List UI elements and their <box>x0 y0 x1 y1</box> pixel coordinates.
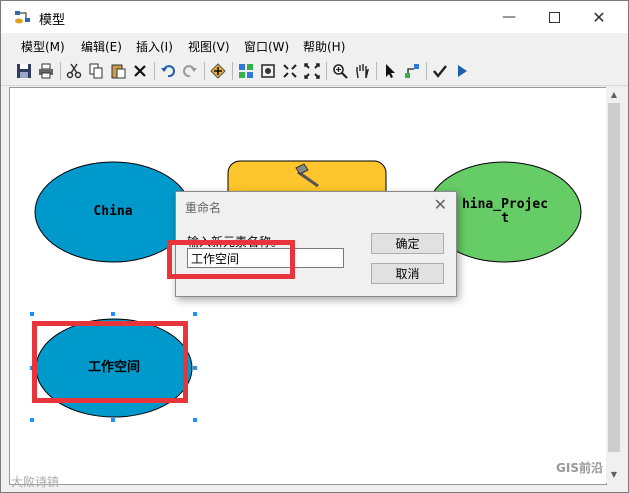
close-icon: ✕ <box>592 7 606 27</box>
redo-button[interactable] <box>180 61 200 81</box>
full-extent-button[interactable] <box>258 61 278 81</box>
selection-handle[interactable] <box>111 312 115 316</box>
china-project-label-line1: hina_Projec <box>461 197 549 212</box>
scroll-up-icon[interactable]: ▲ <box>606 87 622 103</box>
china-node-label: China <box>93 204 133 219</box>
pan-icon <box>356 64 370 79</box>
redo-icon <box>183 65 197 78</box>
full-extent-icon <box>261 64 275 78</box>
menu-bar: 模型(M) 编辑(E) 插入(I) 视图(V) 窗口(W) 帮助(H) <box>1 33 628 57</box>
validate-icon <box>433 65 447 78</box>
toolbar-separator <box>376 62 377 80</box>
toolbar-separator <box>204 62 205 80</box>
toolbar-separator <box>60 62 61 80</box>
model-app-icon <box>15 11 30 24</box>
china-project-label-line2: t <box>501 211 509 226</box>
zoom-out-fixed-icon <box>304 63 320 79</box>
save-icon <box>17 64 31 78</box>
paste-button[interactable] <box>108 61 128 81</box>
input-highlight-box <box>167 240 295 279</box>
zoom-in-button[interactable] <box>330 61 350 81</box>
zoom-in-icon <box>333 64 348 79</box>
menu-window[interactable]: 窗口(W) <box>244 38 289 55</box>
minimize-icon: — <box>502 9 516 25</box>
dialog-close-icon[interactable]: ✕ <box>434 195 447 214</box>
selection-handle[interactable] <box>193 366 197 370</box>
save-button[interactable] <box>14 61 34 81</box>
window-title: 模型 <box>39 13 66 28</box>
selection-handle[interactable] <box>193 418 197 422</box>
selection-handle[interactable] <box>30 312 34 316</box>
maximize-icon <box>548 11 560 23</box>
toolbar-separator <box>326 62 327 80</box>
menu-edit[interactable]: 编辑(E) <box>81 38 122 55</box>
workspace-highlight-box <box>32 321 188 403</box>
menu-model[interactable]: 模型(M) <box>21 38 65 55</box>
toolbar <box>1 57 628 86</box>
dialog-title: 重命名 <box>185 201 222 215</box>
auto-layout-button[interactable] <box>236 61 256 81</box>
auto-layout-icon <box>239 64 253 78</box>
menu-help[interactable]: 帮助(H) <box>303 38 345 55</box>
delete-icon <box>134 65 146 77</box>
vertical-scrollbar[interactable]: ▲ ▼ <box>606 87 622 483</box>
print-icon <box>39 63 53 79</box>
toolbar-separator <box>232 62 233 80</box>
ok-button[interactable]: 确定 <box>371 233 444 254</box>
china-project-node-label: hina_Projec t <box>445 198 565 226</box>
pan-button[interactable] <box>352 61 372 81</box>
undo-button[interactable] <box>158 61 178 81</box>
paste-icon <box>111 64 126 79</box>
model-window: 模型 — ✕ 模型(M) 编辑(E) 插入(I) 视图(V) 窗口(W) 帮助(… <box>0 0 629 493</box>
menu-insert[interactable]: 插入(I) <box>136 38 173 55</box>
add-data-button[interactable] <box>208 61 228 81</box>
connect-icon <box>405 64 419 78</box>
scrollbar-thumb[interactable] <box>608 103 620 452</box>
zoom-in-fixed-button[interactable] <box>280 61 300 81</box>
maximize-button[interactable] <box>531 1 577 33</box>
selection-handle[interactable] <box>111 418 115 422</box>
rename-dialog: 重命名 ✕ 输入新元素名称。 确定 取消 <box>167 191 457 297</box>
add-data-icon <box>210 63 226 79</box>
select-icon <box>386 64 395 78</box>
scroll-down-icon[interactable]: ▼ <box>606 467 622 483</box>
selection-handle[interactable] <box>193 312 197 316</box>
run-icon <box>458 65 467 77</box>
close-button[interactable]: ✕ <box>576 1 622 33</box>
print-button[interactable] <box>36 61 56 81</box>
title-bar: 模型 — ✕ <box>1 1 628 33</box>
selection-handle[interactable] <box>30 418 34 422</box>
watermark-left: 大败诗镇 <box>11 475 60 489</box>
copy-icon <box>89 63 103 79</box>
toolbar-separator <box>154 62 155 80</box>
undo-icon <box>161 65 175 78</box>
menu-view[interactable]: 视图(V) <box>188 38 230 55</box>
run-button[interactable] <box>452 61 472 81</box>
zoom-out-fixed-button[interactable] <box>302 61 322 81</box>
select-button[interactable] <box>380 61 400 81</box>
copy-button[interactable] <box>86 61 106 81</box>
minimize-button[interactable]: — <box>486 1 532 33</box>
zoom-in-fixed-icon <box>283 64 297 78</box>
delete-button[interactable] <box>130 61 150 81</box>
cancel-button[interactable]: 取消 <box>371 263 444 284</box>
cut-icon <box>66 63 82 79</box>
connect-button[interactable] <box>402 61 422 81</box>
validate-button[interactable] <box>430 61 450 81</box>
toolbar-separator <box>426 62 427 80</box>
cut-button[interactable] <box>64 61 84 81</box>
watermark-right: GIS前沿 <box>556 461 603 475</box>
